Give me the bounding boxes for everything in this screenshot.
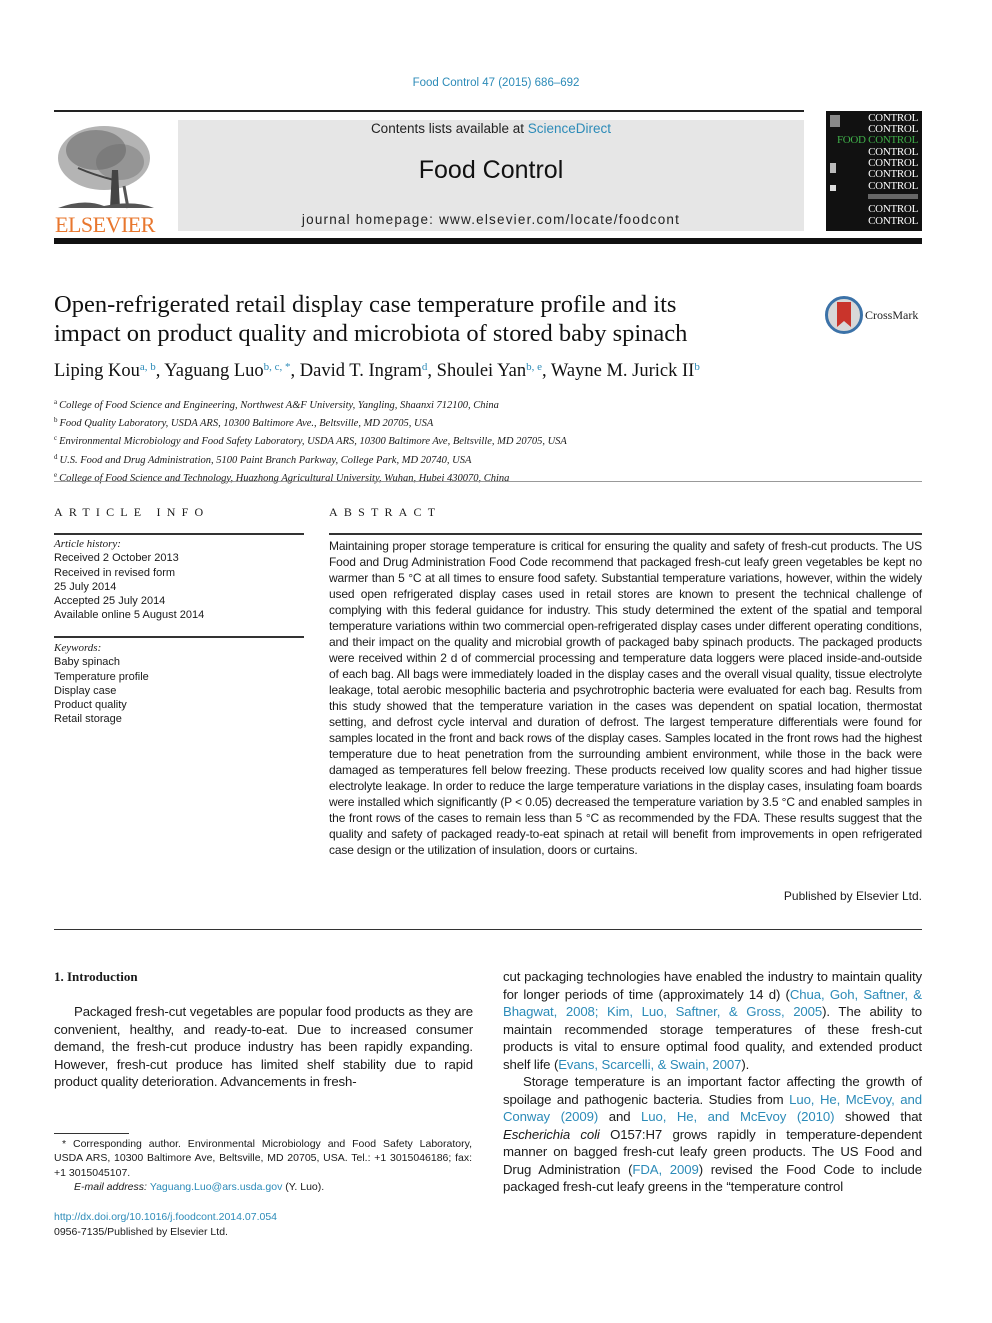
cover-word: CONTROL: [868, 180, 918, 192]
cover-word: CONTROL: [868, 203, 918, 215]
journal-homepage-url[interactable]: www.elsevier.com/locate/foodcont: [439, 212, 680, 227]
doi-link[interactable]: http://dx.doi.org/10.1016/j.foodcont.201…: [54, 1211, 277, 1223]
affiliation: b Food Quality Laboratory, USDA ARS, 1030…: [54, 416, 434, 430]
article-title: Open-refrigerated retail display case te…: [54, 291, 688, 347]
journal-cover-thumbnail[interactable]: CONTROL CONTROL FOOD CONTROL CONTROL CON…: [826, 111, 922, 231]
abstract-heading: ABSTRACT: [329, 505, 442, 519]
cover-word: CONTROL: [868, 168, 918, 180]
keyword: Retail storage: [54, 713, 122, 726]
keywords: Keywords: Baby spinach Temperature profi…: [54, 641, 304, 727]
keywords-rule: [54, 636, 304, 638]
journal-banner: Contents lists available at ScienceDirec…: [178, 120, 804, 231]
cover-word: CONTROL: [868, 215, 918, 227]
abstract-text: Maintaining proper storage temperature i…: [329, 539, 922, 857]
header-bottom-rule: [54, 238, 922, 244]
affiliation: c Environmental Microbiology and Food Saf…: [54, 434, 567, 448]
section-divider: [54, 481, 922, 482]
author[interactable]: Shoulei Yan: [437, 361, 526, 381]
issn-line: 0956-7135/Published by Elsevier Ltd.: [54, 1225, 228, 1238]
affiliations: a College of Food Science and Engineering…: [54, 395, 754, 486]
article-info-rule: [54, 533, 304, 535]
crossmark-label: CrossMark: [865, 308, 919, 322]
cover-image-icon: [830, 185, 836, 191]
article-history: Article history: Received 2 October 2013…: [54, 537, 304, 623]
author-affil-ref[interactable]: b, c, *: [264, 361, 291, 373]
crossmark-icon: [825, 296, 863, 334]
history-entry: Available online 5 August 2014: [54, 609, 205, 622]
affiliation: e College of Food Science and Technology,…: [54, 470, 510, 484]
author-affil-ref[interactable]: a, b: [140, 361, 156, 373]
author-affil-ref[interactable]: b: [694, 361, 700, 373]
author-affil-ref[interactable]: b, e: [526, 361, 542, 373]
keyword: Temperature profile: [54, 670, 149, 683]
keyword: Product quality: [54, 699, 127, 712]
article-info-heading: ARTICLE INFO: [54, 505, 210, 519]
author[interactable]: David T. Ingram: [300, 361, 422, 381]
cover-image-icon: [830, 163, 836, 173]
footnote-rule: [54, 1133, 129, 1134]
history-entry: Received in revised form: [54, 566, 176, 579]
email-link[interactable]: Yaguang.Luo@ars.usda.gov: [150, 1181, 282, 1193]
cover-word-food: FOOD CONTROL: [836, 134, 918, 146]
abstract-bottom-rule: [54, 929, 922, 931]
cover-tree-icon: [830, 115, 840, 127]
intro-paragraph-left: Packaged fresh-cut vegetables are popula…: [54, 1004, 473, 1089]
intro-paragraph-right-1: cut packaging technologies have enabled …: [503, 969, 923, 1072]
keyword: Baby spinach: [54, 656, 121, 669]
crossmark-button[interactable]: CrossMark: [825, 296, 925, 336]
cover-subtitle: [868, 194, 918, 199]
abstract-publisher-note: Published by Elsevier Ltd.: [783, 889, 922, 903]
sciencedirect-link[interactable]: ScienceDirect: [528, 121, 611, 136]
elsevier-wordmark: ELSEVIER: [55, 212, 155, 237]
doi-block: http://dx.doi.org/10.1016/j.foodcont.201…: [54, 1210, 277, 1239]
abstract-rule: [329, 533, 922, 535]
keyword: Display case: [54, 684, 117, 697]
author[interactable]: Liping Kou: [54, 361, 140, 381]
header-top-rule: [54, 110, 804, 112]
reference-link[interactable]: FDA, 2009: [632, 1162, 698, 1177]
section-heading-introduction: 1. Introduction: [54, 969, 138, 984]
affiliation: d U.S. Food and Drug Administration, 5100…: [54, 452, 472, 466]
author[interactable]: Wayne M. Jurick II: [551, 361, 694, 381]
history-entry: 25 July 2014: [54, 580, 117, 593]
journal-title: Food Control: [418, 156, 564, 184]
intro-paragraph-right-2: Storage temperature is an important fact…: [503, 1074, 923, 1194]
contents-available-line: Contents lists available at ScienceDirec…: [370, 121, 612, 136]
corresponding-author-footnote: * Corresponding author. Environmental Mi…: [54, 1138, 472, 1193]
history-entry: Accepted 25 July 2014: [54, 595, 166, 608]
reference-link[interactable]: Luo, He, and McEvoy (2010): [641, 1109, 834, 1124]
author[interactable]: Yaguang Luo: [164, 361, 263, 381]
author-list: Liping Koua, b, Yaguang Luob, c, *, Davi…: [54, 361, 700, 381]
journal-citation[interactable]: Food Control 47 (2015) 686–692: [0, 77, 992, 89]
affiliation: a College of Food Science and Engineering…: [54, 398, 499, 411]
history-entry: Received 2 October 2013: [54, 552, 179, 565]
reference-link[interactable]: Evans, Scarcelli, & Swain, 2007: [558, 1057, 741, 1072]
journal-homepage-line: journal homepage: www.elsevier.com/locat…: [301, 212, 681, 227]
